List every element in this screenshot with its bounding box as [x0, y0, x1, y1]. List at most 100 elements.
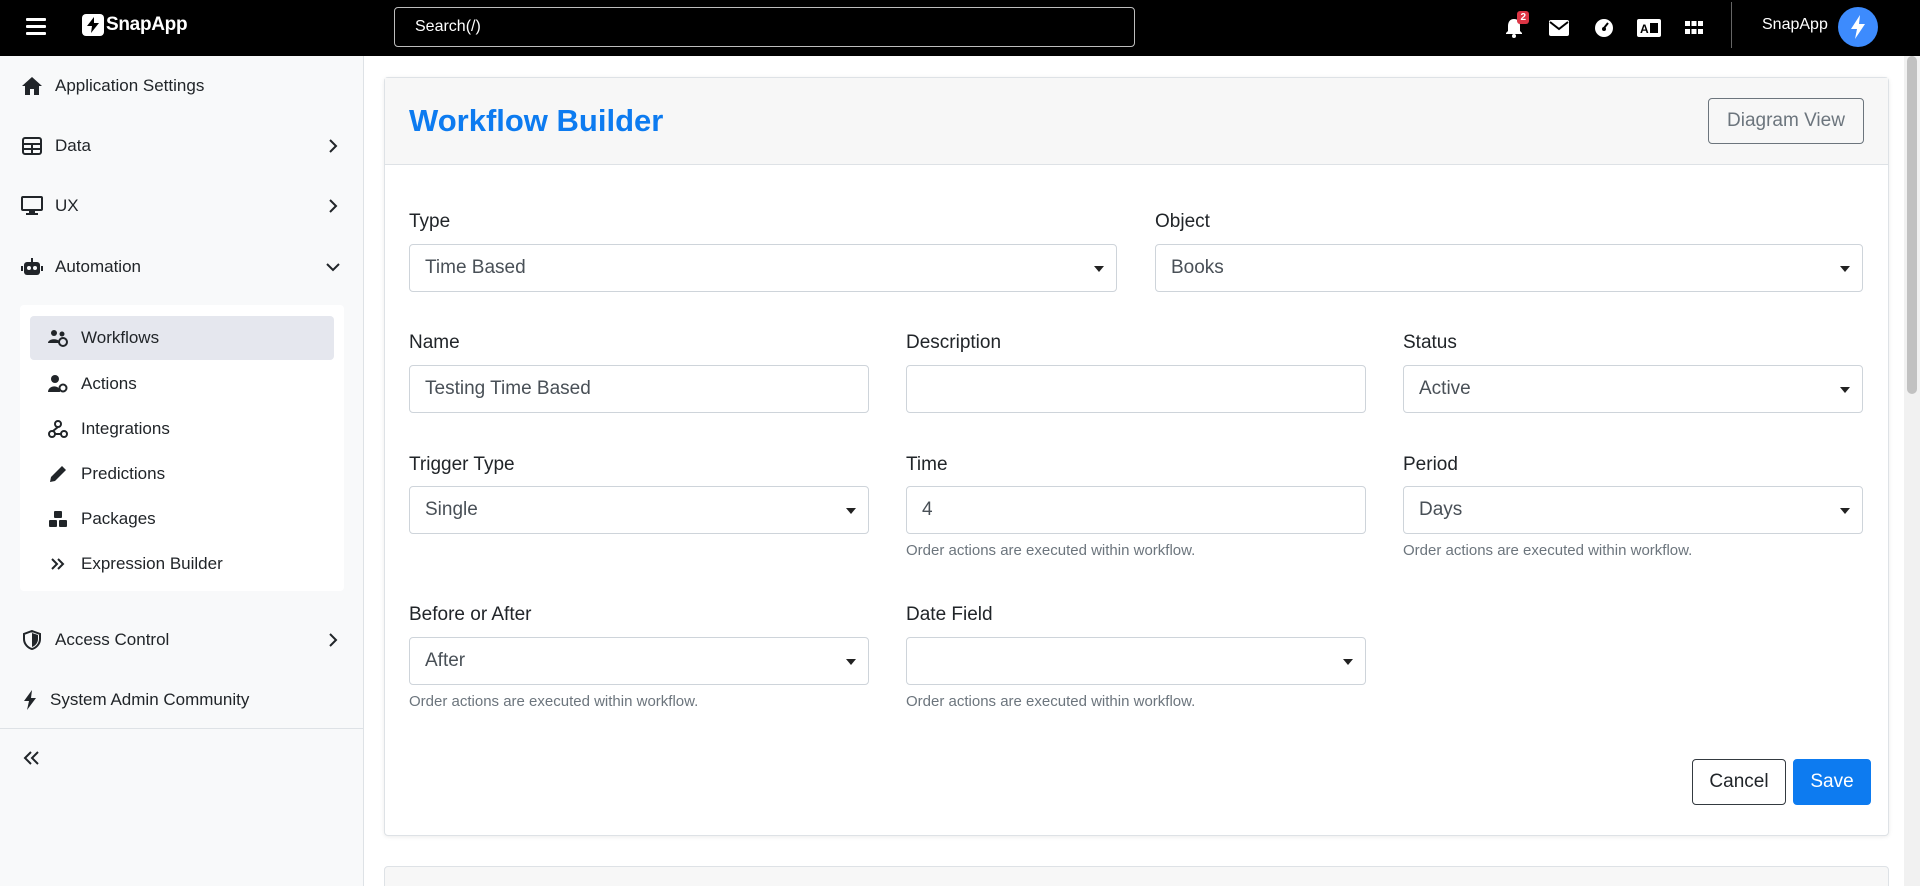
chevron-right-icon [329, 199, 338, 213]
workflow-builder-card: Workflow Builder Diagram View Type Time … [384, 77, 1889, 836]
time-input[interactable]: 4 [906, 486, 1366, 534]
status-label: Status [1403, 332, 1457, 353]
type-select[interactable]: Time Based [409, 244, 1117, 292]
menu-icon[interactable] [26, 18, 46, 36]
user-cog-icon [48, 374, 68, 394]
status-value: Active [1419, 378, 1471, 399]
avatar[interactable] [1838, 7, 1878, 47]
sidebar-item-label: Automation [55, 257, 141, 276]
sidebar-subitem-label: Expression Builder [81, 554, 223, 573]
integration-icon [48, 419, 68, 439]
shield-icon [21, 629, 43, 651]
chevron-right-icon [329, 139, 338, 153]
sidebar-item-label: Data [55, 136, 91, 155]
sidebar-item-actions[interactable]: Actions [30, 362, 334, 406]
name-label: Name [409, 332, 460, 353]
trigger-type-label: Trigger Type [409, 454, 515, 475]
sidebar-item-label: System Admin Community [50, 690, 250, 709]
period-value: Days [1419, 499, 1463, 520]
bolt-logo-icon [82, 14, 104, 36]
navbar-divider [1731, 2, 1732, 48]
search-input[interactable] [394, 7, 1135, 47]
sidebar-subitem-label: Workflows [81, 328, 160, 347]
brand-name: SnapApp [106, 14, 188, 35]
period-hint: Order actions are executed within workfl… [1403, 542, 1693, 559]
bolt-icon [1851, 15, 1865, 39]
sidebar-item-workflows[interactable]: Workflows [30, 316, 334, 360]
before-after-hint: Order actions are executed within workfl… [409, 693, 699, 710]
object-value: Books [1171, 257, 1224, 278]
before-after-select[interactable]: After [409, 637, 869, 685]
top-icon-group: 2 A [1500, 0, 1725, 56]
top-navbar: SnapApp 2 A SnapApp [0, 0, 1920, 56]
table-icon [21, 135, 43, 157]
double-chevron-icon [48, 554, 68, 574]
chevron-down-icon [326, 263, 340, 272]
monitor-icon [21, 195, 43, 217]
date-field-select[interactable] [906, 637, 1366, 685]
description-input[interactable] [906, 365, 1366, 413]
pencil-icon [48, 464, 68, 484]
sidebar-subitem-label: Actions [81, 374, 137, 393]
sidebar-item-ux[interactable]: UX [0, 182, 364, 230]
sidebar-item-system-admin-community[interactable]: System Admin Community [0, 676, 364, 724]
period-label: Period [1403, 454, 1458, 475]
robot-icon [21, 256, 43, 278]
collapse-sidebar-button[interactable] [0, 734, 364, 782]
sidebar-item-expression-builder[interactable]: Expression Builder [30, 542, 334, 586]
envelope-icon[interactable] [1545, 16, 1573, 40]
page-title: Workflow Builder [409, 103, 664, 138]
time-hint: Order actions are executed within workfl… [906, 542, 1196, 559]
sidebar-item-packages[interactable]: Packages [30, 497, 334, 541]
notification-badge: 2 [1517, 11, 1529, 24]
type-value: Time Based [425, 257, 526, 278]
cubes-icon [48, 509, 68, 529]
sidebar-subitem-label: Predictions [81, 464, 166, 483]
sidebar-item-label: Application Settings [55, 76, 205, 95]
sidebar-item-integrations[interactable]: Integrations [30, 407, 334, 451]
scrollbar-thumb[interactable] [1907, 56, 1917, 394]
double-chevron-left-icon [21, 747, 43, 769]
automation-submenu: Workflows Actions Integrations Predictio… [20, 305, 344, 591]
user-name[interactable]: SnapApp [1762, 16, 1828, 34]
bolt-icon [19, 689, 41, 711]
save-button[interactable]: Save [1793, 759, 1871, 805]
description-label: Description [906, 332, 1002, 353]
apps-grid-icon[interactable] [1680, 16, 1708, 40]
cancel-button[interactable]: Cancel [1692, 759, 1786, 805]
sidebar-item-application-settings[interactable]: Application Settings [0, 62, 364, 110]
name-input[interactable]: Testing Time Based [409, 365, 869, 413]
brand-logo[interactable]: SnapApp [82, 14, 188, 36]
card-header: Workflow Builder Diagram View [385, 78, 1888, 165]
language-icon[interactable]: A [1635, 16, 1663, 40]
time-value: 4 [922, 499, 933, 520]
sidebar-subitem-label: Packages [81, 509, 156, 528]
diagram-view-button[interactable]: Diagram View [1708, 98, 1864, 144]
before-after-label: Before or After [409, 604, 532, 625]
period-select[interactable]: Days [1403, 486, 1863, 534]
users-cog-icon [48, 328, 68, 348]
sidebar-item-predictions[interactable]: Predictions [30, 452, 334, 496]
name-value: Testing Time Based [425, 378, 591, 399]
time-label: Time [906, 454, 948, 475]
bell-icon[interactable]: 2 [1500, 11, 1529, 40]
dashboard-icon[interactable] [1590, 16, 1618, 40]
sidebar-item-access-control[interactable]: Access Control [0, 616, 364, 664]
sidebar-item-label: Access Control [55, 630, 170, 649]
sidebar-divider [0, 728, 364, 729]
trigger-type-value: Single [425, 499, 478, 520]
home-icon [21, 75, 43, 97]
before-after-value: After [425, 650, 466, 671]
sidebar-item-automation[interactable]: Automation [0, 243, 364, 291]
chevron-right-icon [329, 633, 338, 647]
sidebar-item-label: UX [55, 196, 79, 215]
sidebar-subitem-label: Integrations [81, 419, 170, 438]
date-field-hint: Order actions are executed within workfl… [906, 693, 1196, 710]
sidebar: Application Settings Data UX Automation … [0, 56, 364, 886]
object-select[interactable]: Books [1155, 244, 1863, 292]
svg-text:A: A [1640, 22, 1649, 36]
sidebar-item-data[interactable]: Data [0, 122, 364, 170]
date-field-label: Date Field [906, 604, 993, 625]
trigger-type-select[interactable]: Single [409, 486, 869, 534]
status-select[interactable]: Active [1403, 365, 1863, 413]
